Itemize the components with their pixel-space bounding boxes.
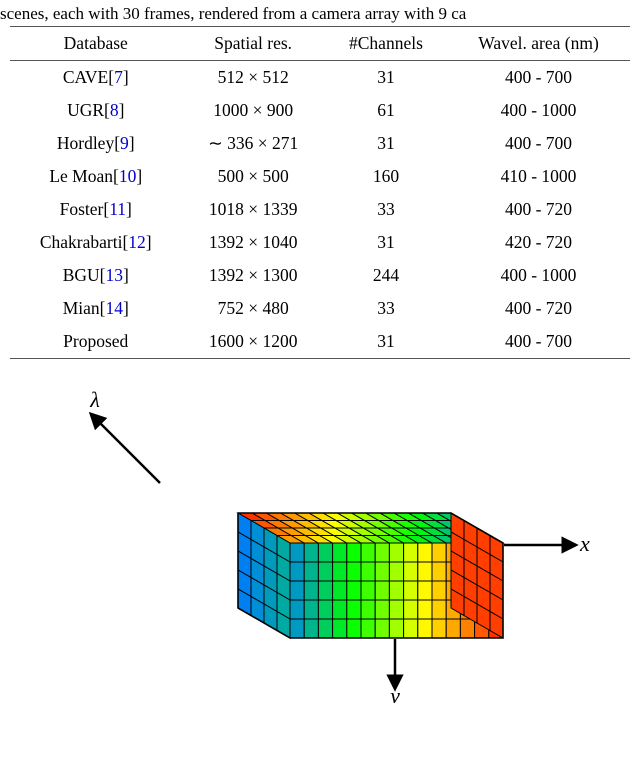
table-row: CAVE[7]512 × 51231400 - 700	[10, 61, 630, 95]
table-row: UGR[8]1000 × 90061400 - 1000	[10, 94, 630, 127]
table-body: CAVE[7]512 × 51231400 - 700UGR[8]1000 × …	[10, 61, 630, 359]
cell-wavelength: 400 - 700	[447, 325, 630, 359]
citation-link[interactable]: 8	[110, 100, 119, 120]
cell-spatial: 1018 × 1339	[181, 193, 324, 226]
col-database: Database	[10, 27, 181, 61]
cell-wavelength: 400 - 720	[447, 193, 630, 226]
citation-link[interactable]: 11	[109, 199, 126, 219]
cell-database: Proposed	[10, 325, 181, 359]
cell-database: Hordley[9]	[10, 127, 181, 160]
cell-spatial: 500 × 500	[181, 160, 324, 193]
cell-database: CAVE[7]	[10, 61, 181, 95]
table-row: BGU[13]1392 × 1300244400 - 1000	[10, 259, 630, 292]
cell-wavelength: 420 - 720	[447, 226, 630, 259]
table-row: Chakrabarti[12]1392 × 104031420 - 720	[10, 226, 630, 259]
cell-channels: 33	[325, 193, 447, 226]
table-row: Le Moan[10]500 × 500160410 - 1000	[10, 160, 630, 193]
citation-link[interactable]: 9	[120, 133, 129, 153]
cell-wavelength: 400 - 700	[447, 127, 630, 160]
col-spatial: Spatial res.	[181, 27, 324, 61]
cell-spatial: 512 × 512	[181, 61, 324, 95]
cell-database: UGR[8]	[10, 94, 181, 127]
cell-database: BGU[13]	[10, 259, 181, 292]
cell-channels: 160	[325, 160, 447, 193]
cell-spatial: 1000 × 900	[181, 94, 324, 127]
citation-link[interactable]: 13	[105, 265, 123, 285]
cell-channels: 61	[325, 94, 447, 127]
cell-channels: 31	[325, 61, 447, 95]
cell-channels: 31	[325, 325, 447, 359]
cell-channels: 31	[325, 226, 447, 259]
cell-database: Chakrabarti[12]	[10, 226, 181, 259]
table-header-row: Database Spatial res. #Channels Wavel. a…	[10, 27, 630, 61]
cell-spatial: 1392 × 1300	[181, 259, 324, 292]
spectral-cube	[238, 513, 503, 638]
cell-database: Mian[14]	[10, 292, 181, 325]
cell-wavelength: 410 - 1000	[447, 160, 630, 193]
lambda-axis-arrow	[95, 418, 160, 483]
citation-link[interactable]: 7	[114, 67, 123, 87]
y-axis-label: y	[388, 683, 400, 703]
table-row: Hordley[9]∼ 336 × 27131400 - 700	[10, 127, 630, 160]
database-comparison-table: Database Spatial res. #Channels Wavel. a…	[10, 26, 630, 359]
table-row: Proposed1600 × 120031400 - 700	[10, 325, 630, 359]
lambda-axis-label: λ	[89, 387, 100, 412]
cell-wavelength: 400 - 720	[447, 292, 630, 325]
truncated-body-text: scenes, each with 30 frames, rendered fr…	[0, 0, 640, 26]
citation-link[interactable]: 10	[119, 166, 137, 186]
cell-wavelength: 400 - 1000	[447, 259, 630, 292]
cell-spatial: 752 × 480	[181, 292, 324, 325]
cube-svg: λ x y	[40, 373, 600, 703]
cell-spatial: 1600 × 1200	[181, 325, 324, 359]
table-row: Foster[11]1018 × 133933400 - 720	[10, 193, 630, 226]
cell-wavelength: 400 - 1000	[447, 94, 630, 127]
cell-wavelength: 400 - 700	[447, 61, 630, 95]
spectral-cube-figure: λ x y	[0, 373, 640, 703]
cell-database: Le Moan[10]	[10, 160, 181, 193]
citation-link[interactable]: 12	[128, 232, 146, 252]
cell-channels: 31	[325, 127, 447, 160]
cell-spatial: ∼ 336 × 271	[181, 127, 324, 160]
cell-database: Foster[11]	[10, 193, 181, 226]
citation-link[interactable]: 14	[105, 298, 123, 318]
table-row: Mian[14]752 × 48033400 - 720	[10, 292, 630, 325]
cell-spatial: 1392 × 1040	[181, 226, 324, 259]
cell-channels: 33	[325, 292, 447, 325]
cell-channels: 244	[325, 259, 447, 292]
x-axis-label: x	[579, 531, 590, 556]
col-wavelength: Wavel. area (nm)	[447, 27, 630, 61]
col-channels: #Channels	[325, 27, 447, 61]
